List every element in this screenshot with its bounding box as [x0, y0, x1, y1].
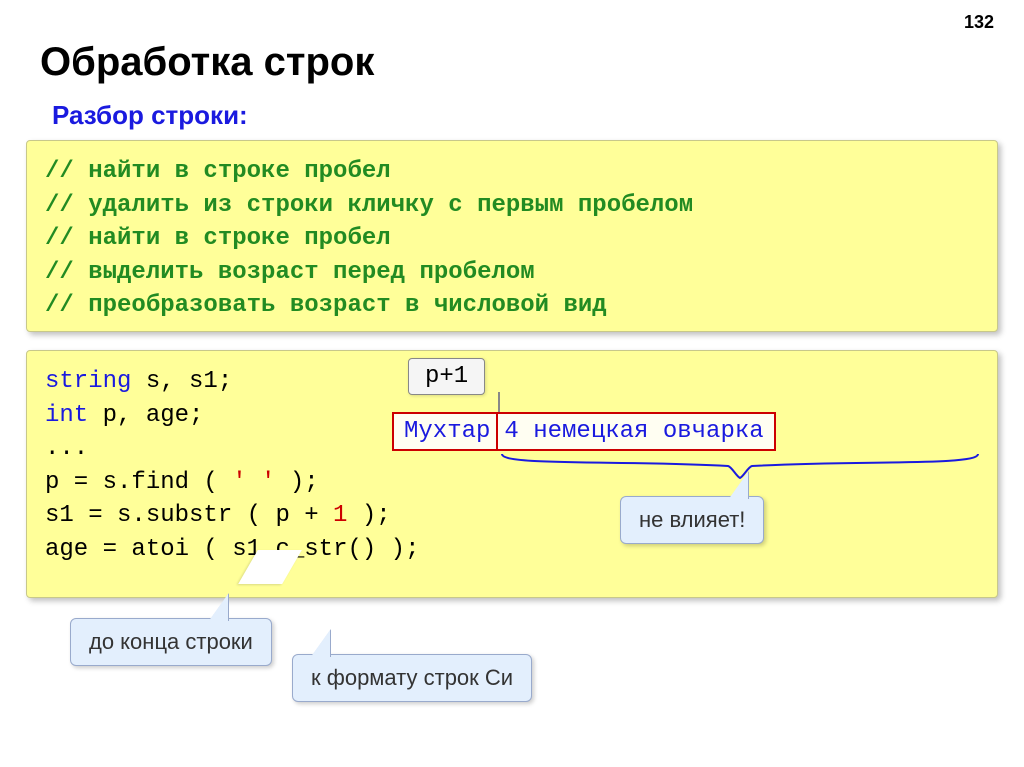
- decl-rest: s, s1;: [131, 368, 232, 395]
- comment-line: // удалить из строки кличку с первым про…: [45, 189, 979, 223]
- bubble-c-format: к формату строк Си: [292, 654, 532, 702]
- string-separator: [496, 414, 498, 449]
- comment-line: // найти в строке пробел: [45, 155, 979, 189]
- comment-line: // выделить возраст перед пробелом: [45, 256, 979, 290]
- atoi-pre: age = atoi ( s1: [45, 536, 261, 563]
- code-line-decl-string: string s, s1;: [45, 365, 979, 399]
- slide-subtitle: Разбор строки:: [52, 100, 248, 131]
- connector-line: [498, 392, 500, 412]
- keyword-int: int: [45, 402, 88, 429]
- example-string-left: Мухтар: [404, 418, 490, 445]
- char-literal: ' ': [232, 469, 275, 496]
- find-post: );: [275, 469, 318, 496]
- keyword-string: string: [45, 368, 131, 395]
- example-string-right: 4 немецкая овчарка: [504, 418, 763, 445]
- page-number: 132: [964, 12, 994, 33]
- code-line-atoi: age = atoi ( s1.c_str() );: [45, 533, 979, 567]
- substr-pre: s1 = s.substr ( p +: [45, 502, 333, 529]
- code-line-substr: s1 = s.substr ( p + 1 );: [45, 499, 979, 533]
- find-pre: p = s.find (: [45, 469, 232, 496]
- atoi-post: _str() );: [290, 536, 420, 563]
- slide-title: Обработка строк: [40, 40, 374, 85]
- comments-box: // найти в строке пробел // удалить из с…: [26, 140, 998, 332]
- comment-line: // преобразовать возраст в числовой вид: [45, 289, 979, 323]
- substr-post: );: [347, 502, 390, 529]
- example-string-box: Мухтар 4 немецкая овчарка: [392, 412, 776, 451]
- bubble-tail: [208, 594, 228, 622]
- num-literal: 1: [333, 502, 347, 529]
- decl-rest: p, age;: [88, 402, 203, 429]
- bubble-not-affect: не влияет!: [620, 496, 764, 544]
- pointer-label-box: p+1: [408, 358, 485, 395]
- comment-line: // найти в строке пробел: [45, 222, 979, 256]
- bubble-tail: [310, 630, 330, 658]
- bubble-tail: [728, 472, 748, 500]
- bubble-to-end: до конца строки: [70, 618, 272, 666]
